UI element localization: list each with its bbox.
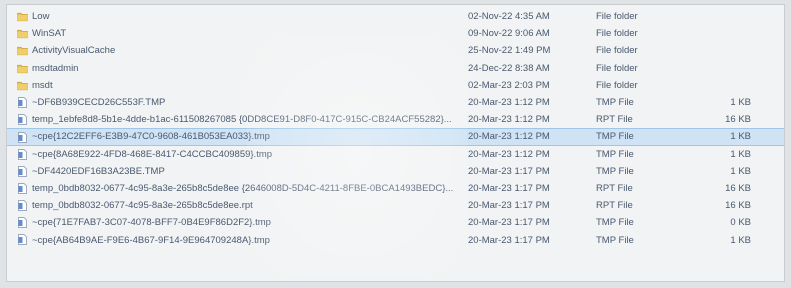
file-icon — [17, 148, 28, 160]
folder-icon — [17, 80, 28, 91]
file-icon — [17, 234, 28, 246]
file-name: WinSAT — [32, 28, 67, 40]
file-explorer-list: Low 02-Nov-22 4:35 AM File folder WinSAT 09-… — [6, 4, 785, 282]
file-row[interactable]: ActivityVisualCache 25-Nov-22 1:49 PM File… — [7, 42, 784, 59]
file-row[interactable]: WinSAT 09-Nov-22 9:06 AM File folder — [7, 25, 784, 42]
folder-icon — [17, 11, 28, 22]
folder-icon — [17, 28, 28, 39]
date-modified: 20-Mar-23 1:12 PM — [468, 131, 550, 143]
file-size: 1 KB — [730, 165, 751, 177]
date-modified: 09-Nov-22 9:06 AM — [468, 28, 550, 40]
file-icon — [17, 217, 28, 229]
file-icon — [17, 114, 28, 125]
date-modified: 20-Mar-23 1:12 PM — [468, 148, 550, 160]
date-modified: 20-Mar-23 1:17 PM — [468, 200, 550, 212]
file-name: ~DF4420EDF16B3A23BE.TMP — [32, 165, 165, 177]
file-size: 16 KB — [725, 114, 751, 126]
file-type: File folder — [596, 79, 638, 91]
file-name: temp_0bdb8032-0677-4c95-8a3e-265b8c5de8e… — [32, 182, 454, 194]
file-name: ~cpe{12C2EFF6-E3B9-47C0-9608-461B053EA03… — [32, 131, 270, 143]
file-row[interactable]: temp_1ebfe8d8-5b1e-4dde-b1ac-61150826708… — [7, 111, 784, 128]
file-size: 16 KB — [725, 182, 751, 194]
file-name: temp_1ebfe8d8-5b1e-4dde-b1ac-61150826708… — [32, 114, 452, 126]
file-name: ~cpe{AB64B9AE-F9E6-4B67-9F14-9E964709248… — [32, 234, 270, 246]
file-type: File folder — [596, 62, 638, 74]
file-type: TMP File — [596, 165, 634, 177]
file-size: 1 KB — [730, 234, 751, 246]
folder-icon — [17, 45, 28, 56]
date-modified: 02-Mar-23 2:03 PM — [468, 79, 550, 91]
date-modified: 25-Nov-22 1:49 PM — [468, 45, 551, 57]
folder-icon — [17, 63, 28, 74]
file-name: ActivityVisualCache — [32, 45, 116, 57]
file-row[interactable]: msdtadmin 24-Dec-22 8:38 AM File folder — [7, 60, 784, 77]
file-type: TMP File — [596, 217, 634, 229]
date-modified: 20-Mar-23 1:17 PM — [468, 165, 550, 177]
file-name: msdt — [32, 79, 53, 91]
file-icon — [17, 165, 28, 177]
file-name: Low — [32, 11, 50, 23]
file-row[interactable]: Low 02-Nov-22 4:35 AM File folder — [7, 8, 784, 25]
file-row[interactable]: ~DF6B939CECD26C553F.TMP 20-Mar-23 1:12 PM… — [7, 94, 784, 111]
file-icon — [17, 97, 28, 108]
file-name: ~DF6B939CECD26C553F.TMP — [32, 97, 166, 109]
file-type: File folder — [596, 11, 638, 23]
file-row[interactable]: temp_0bdb8032-0677-4c95-8a3e-265b8c5de8e… — [7, 197, 784, 214]
file-type: TMP File — [596, 131, 634, 143]
date-modified: 24-Dec-22 8:38 AM — [468, 62, 550, 74]
file-size: 1 KB — [730, 148, 751, 160]
date-modified: 20-Mar-23 1:12 PM — [468, 97, 550, 109]
file-type: File folder — [596, 45, 638, 57]
file-row[interactable]: temp_0bdb8032-0677-4c95-8a3e-265b8c5de8e… — [7, 180, 784, 197]
file-size: 1 KB — [730, 131, 751, 143]
file-list: Low 02-Nov-22 4:35 AM File folder WinSAT 09-… — [7, 8, 784, 249]
file-name: ~cpe{71E7FAB7-3C07-4078-BFF7-0B4E9F86D2F… — [32, 217, 271, 229]
file-row[interactable]: ~cpe{8A68E922-4FD8-468E-8417-C4CCBC40985… — [7, 146, 784, 163]
file-row[interactable]: msdt 02-Mar-23 2:03 PM File folder — [7, 77, 784, 94]
file-type: RPT File — [596, 200, 633, 212]
file-type: TMP File — [596, 148, 634, 160]
file-type: RPT File — [596, 182, 633, 194]
file-icon — [17, 132, 28, 144]
file-size: 0 KB — [730, 217, 751, 229]
file-type: File folder — [596, 28, 638, 40]
file-row[interactable]: ~cpe{12C2EFF6-E3B9-47C0-9608-461B053EA03… — [7, 128, 784, 146]
file-row[interactable]: ~cpe{AB64B9AE-F9E6-4B67-9F14-9E964709248… — [7, 231, 784, 248]
file-size: 16 KB — [725, 200, 751, 212]
file-size: 1 KB — [730, 97, 751, 109]
file-type: TMP File — [596, 234, 634, 246]
file-row[interactable]: ~DF4420EDF16B3A23BE.TMP 20-Mar-23 1:17 PM… — [7, 163, 784, 180]
file-row[interactable]: ~cpe{71E7FAB7-3C07-4078-BFF7-0B4E9F86D2F… — [7, 214, 784, 231]
file-name: ~cpe{8A68E922-4FD8-468E-8417-C4CCBC40985… — [32, 148, 273, 160]
file-name: msdtadmin — [32, 62, 79, 74]
date-modified: 20-Mar-23 1:17 PM — [468, 234, 550, 246]
file-icon — [17, 200, 28, 211]
file-name: temp_0bdb8032-0677-4c95-8a3e-265b8c5de8e… — [32, 200, 253, 212]
date-modified: 20-Mar-23 1:12 PM — [468, 114, 550, 126]
file-type: RPT File — [596, 114, 633, 126]
date-modified: 20-Mar-23 1:17 PM — [468, 182, 550, 194]
file-icon — [17, 183, 28, 194]
date-modified: 20-Mar-23 1:17 PM — [468, 217, 550, 229]
date-modified: 02-Nov-22 4:35 AM — [468, 11, 550, 23]
file-type: TMP File — [596, 97, 634, 109]
